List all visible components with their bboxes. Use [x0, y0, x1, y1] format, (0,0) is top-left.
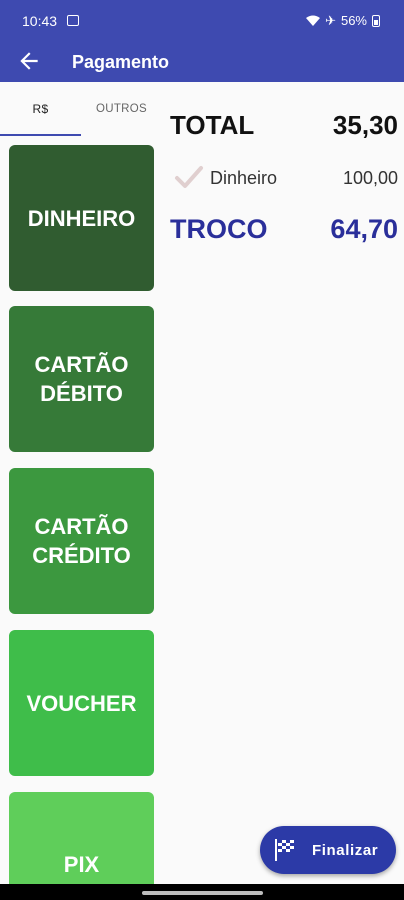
troco-label: TROCO — [170, 214, 268, 244]
finalizar-label: Finalizar — [312, 841, 379, 859]
system-nav-bar — [0, 884, 404, 900]
back-arrow-icon[interactable] — [16, 48, 42, 74]
total-value: 35,30 — [332, 110, 398, 140]
flag-icon — [275, 839, 294, 861]
cartao-credito-button[interactable]: CARTÃO CRÉDITO — [9, 468, 154, 614]
dinheiro-button[interactable]: DINHEIRO — [9, 145, 154, 291]
tab-rs[interactable]: R$ — [0, 82, 81, 136]
battery-percent: 56% — [340, 13, 367, 28]
pix-button[interactable]: PIX — [9, 792, 154, 892]
page-title: Pagamento — [72, 52, 170, 72]
battery-icon — [372, 14, 380, 27]
voucher-button[interactable]: VOUCHER — [9, 630, 154, 776]
payment-tabs: R$ OUTROS — [0, 82, 163, 136]
wifi-icon — [306, 15, 321, 26]
home-gesture-handle[interactable] — [142, 891, 263, 895]
status-indicators: ✈ 56% — [306, 13, 380, 28]
tab-indicator — [0, 134, 81, 136]
cartao-debito-button[interactable]: CARTÃO DÉBITO — [9, 306, 154, 452]
gallery-notification-icon — [67, 15, 79, 26]
airplane-icon: ✈ — [325, 13, 336, 28]
status-time: 10:43 — [22, 13, 58, 29]
payment-entry-name: Dinheiro — [210, 168, 278, 188]
tab-outros[interactable]: OUTROS — [81, 82, 162, 136]
finalizar-button[interactable]: Finalizar — [260, 826, 396, 874]
check-icon — [175, 166, 203, 188]
status-bar: 10:43 ✈ 56% — [0, 0, 404, 42]
troco-value: 64,70 — [330, 214, 398, 244]
app-bar: Pagamento — [0, 42, 404, 82]
total-label: TOTAL — [170, 110, 255, 140]
payment-entry-amount: 100,00 — [342, 168, 398, 188]
